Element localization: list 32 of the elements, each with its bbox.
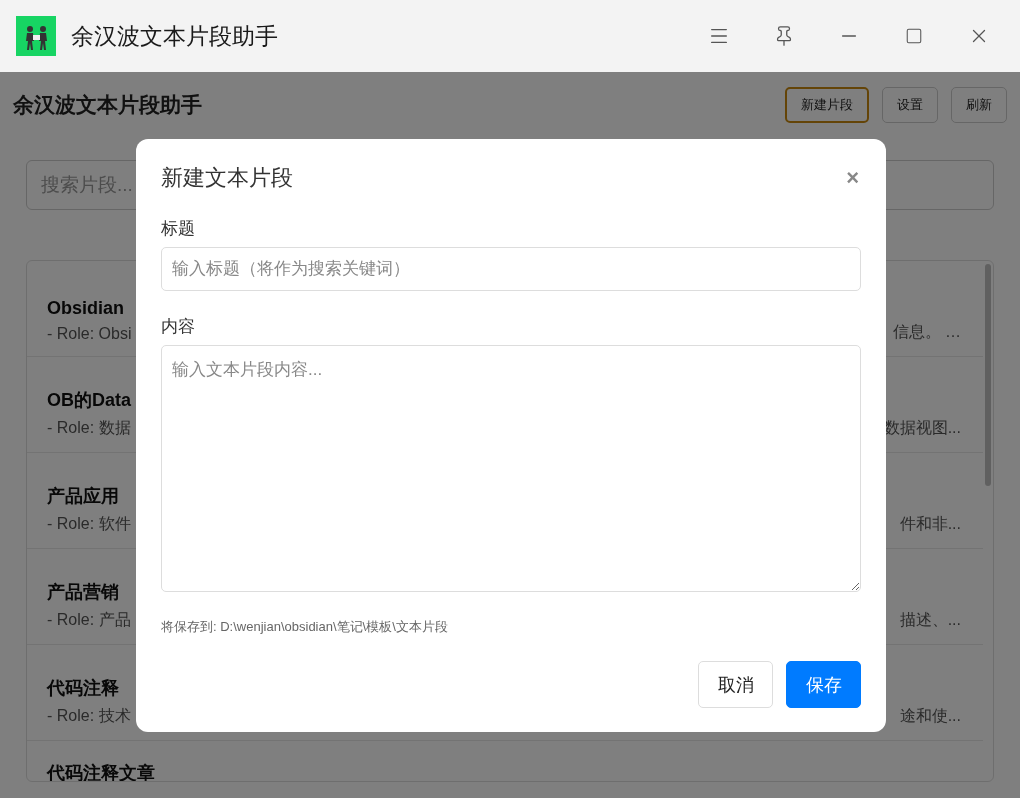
- header-button[interactable]: 新建片段: [785, 87, 869, 123]
- header-button[interactable]: 设置: [882, 87, 938, 123]
- snippet-description: - Role: 技术: [47, 706, 131, 726]
- snippet-description: - Role: 产品: [47, 610, 131, 630]
- snippet-description: - Role: Obsi: [47, 325, 132, 343]
- save-path-text: 将保存到: D:\wenjian\obsidian\笔记\模板\文本片段: [161, 618, 449, 636]
- snippet-title: 代码注释文章: [47, 763, 155, 781]
- save-button[interactable]: 保存: [786, 661, 861, 708]
- snippet-description: 信息。 …: [892, 322, 961, 342]
- scrollbar-thumb[interactable]: [985, 264, 991, 486]
- cancel-button[interactable]: 取消: [698, 661, 773, 708]
- snippet-description: 数据视图...: [883, 418, 961, 438]
- snippet-title: 代码注释: [47, 677, 120, 700]
- snippet-title: Obsidian: [47, 298, 125, 319]
- snippet-description: 件和非...: [899, 514, 961, 534]
- field-label: 内容: [161, 316, 196, 339]
- close-button[interactable]: ×: [844, 165, 861, 191]
- field-label: 标题: [161, 218, 196, 240]
- title-field[interactable]: 输入标题（将作为搜索关键词）: [161, 247, 861, 292]
- snippet-title: OB的Data: [47, 389, 131, 412]
- snippet-title: 产品应用: [47, 485, 120, 508]
- snippet-title: 产品营销: [47, 581, 120, 604]
- content-field[interactable]: 输入文本片段内容...: [161, 345, 861, 592]
- dialog-title: 新建文本片段: [161, 164, 293, 192]
- snippet-description: - Role: 数据: [47, 418, 131, 438]
- snippet-description: 描述、...: [899, 610, 961, 630]
- logo-icon: [16, 16, 56, 56]
- snippet-description: - Role: 软件: [47, 514, 131, 534]
- snippet-description: 途和使...: [899, 706, 961, 726]
- app-heading: 余汉波文本片段助手: [13, 92, 203, 118]
- header-button[interactable]: 刷新: [951, 87, 1007, 123]
- window-title: 余汉波文本片段助手: [71, 21, 279, 51]
